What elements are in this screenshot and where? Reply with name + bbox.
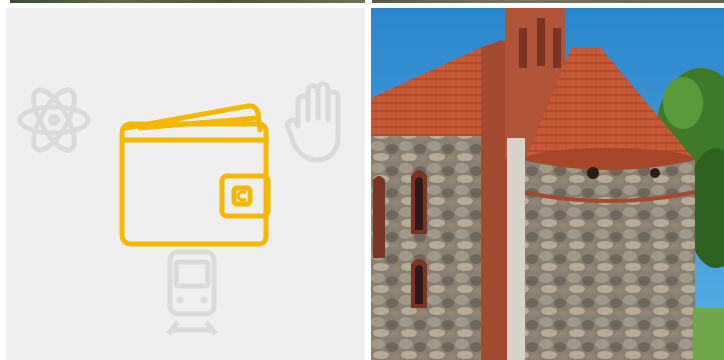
previous-row-strip (0, 0, 724, 7)
atom-icon (17, 87, 91, 153)
previous-tile-left-peek[interactable] (10, 0, 365, 3)
previous-tile-right-peek[interactable] (372, 0, 724, 3)
wallet-icon (119, 103, 271, 247)
church-photo (371, 8, 724, 360)
church-photo-tile[interactable] (371, 8, 724, 360)
train-icon (166, 249, 218, 336)
hand-icon (285, 81, 341, 163)
icon-collage-tile[interactable] (6, 8, 365, 360)
